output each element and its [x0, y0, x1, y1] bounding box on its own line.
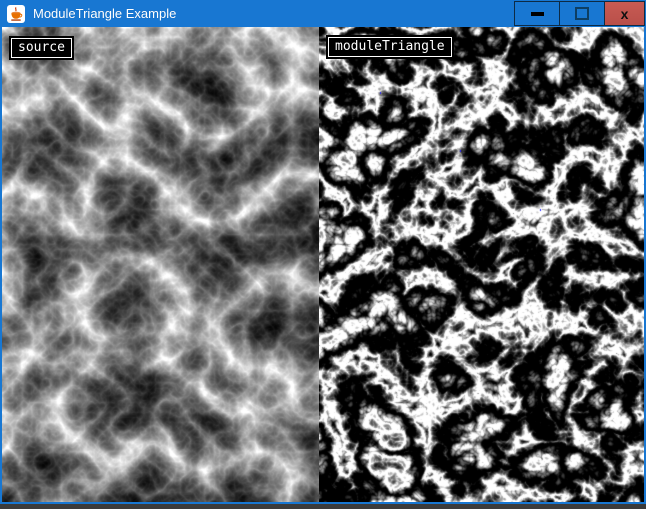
- close-icon: x: [621, 7, 629, 21]
- source-label: source: [9, 36, 74, 60]
- module-triangle-label-text: moduleTriangle: [328, 37, 452, 57]
- module-triangle-panel: moduleTriangle: [319, 27, 644, 502]
- window-controls: x: [515, 1, 645, 26]
- module-triangle-noise-image: [319, 27, 644, 502]
- close-button[interactable]: x: [604, 1, 645, 26]
- app-window: ModuleTriangle Example x source moduleTr…: [0, 0, 646, 504]
- image-content-area: source moduleTriangle: [2, 27, 644, 502]
- source-noise-image: [2, 27, 319, 502]
- source-panel: source: [2, 27, 319, 502]
- desktop-background: [0, 504, 646, 509]
- maximize-button[interactable]: [559, 1, 605, 26]
- minimize-icon: [531, 12, 544, 16]
- maximize-icon: [575, 7, 589, 20]
- minimize-button[interactable]: [514, 1, 560, 26]
- java-app-icon[interactable]: [7, 5, 25, 23]
- module-triangle-label: moduleTriangle: [326, 35, 454, 59]
- source-label-text: source: [11, 38, 72, 58]
- title-bar[interactable]: ModuleTriangle Example x: [0, 0, 646, 27]
- java-coffee-cup-icon: [8, 6, 24, 22]
- window-title: ModuleTriangle Example: [33, 6, 176, 21]
